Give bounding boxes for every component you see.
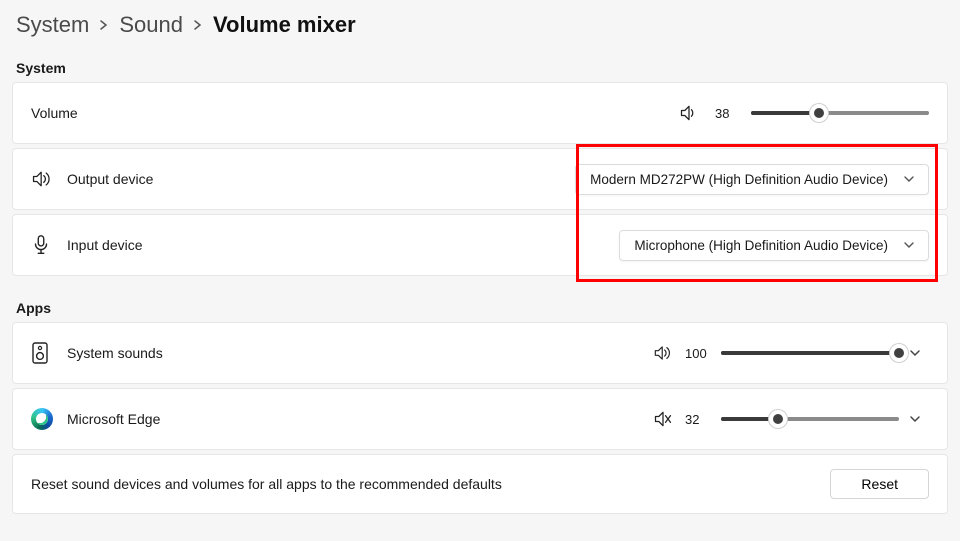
reset-row: Reset sound devices and volumes for all … xyxy=(12,454,948,514)
output-device-dropdown[interactable]: Modern MD272PW (High Definition Audio De… xyxy=(575,164,929,195)
volume-row: Volume 38 xyxy=(12,82,948,144)
chevron-down-icon xyxy=(904,175,914,183)
output-device-row: Output device Modern MD272PW (High Defin… xyxy=(12,148,948,210)
app-row-edge: Microsoft Edge 32 xyxy=(12,388,948,450)
output-device-label: Output device xyxy=(67,171,575,187)
breadcrumb-sound[interactable]: Sound xyxy=(119,12,183,38)
breadcrumb: System Sound Volume mixer xyxy=(12,0,948,56)
chevron-right-icon xyxy=(99,20,109,30)
input-device-dropdown[interactable]: Microphone (High Definition Audio Device… xyxy=(619,230,929,261)
speaker-icon[interactable] xyxy=(679,104,699,122)
chevron-right-icon xyxy=(193,20,203,30)
page-title: Volume mixer xyxy=(213,12,356,38)
section-header-system: System xyxy=(12,56,948,82)
chevron-down-icon xyxy=(904,241,914,249)
output-device-value: Modern MD272PW (High Definition Audio De… xyxy=(590,172,888,187)
app-label-system-sounds: System sounds xyxy=(67,345,653,361)
input-device-value: Microphone (High Definition Audio Device… xyxy=(634,238,888,253)
input-device-label: Input device xyxy=(67,237,619,253)
app-volume-value: 32 xyxy=(685,412,711,427)
speaker-muted-icon[interactable] xyxy=(653,410,673,428)
speaker-loud-icon[interactable] xyxy=(653,344,673,362)
volume-label: Volume xyxy=(31,105,679,121)
volume-slider[interactable] xyxy=(751,104,929,122)
edge-icon xyxy=(31,408,67,430)
breadcrumb-system[interactable]: System xyxy=(16,12,89,38)
app-row-system-sounds: System sounds 100 xyxy=(12,322,948,384)
app-label-edge: Microsoft Edge xyxy=(67,411,653,427)
app-volume-slider-edge[interactable] xyxy=(721,410,899,428)
section-header-apps: Apps xyxy=(12,296,948,322)
app-volume-slider-system-sounds[interactable] xyxy=(721,344,899,362)
speaker-loud-icon xyxy=(31,169,67,189)
expand-button[interactable] xyxy=(909,414,929,424)
input-device-row: Input device Microphone (High Definition… xyxy=(12,214,948,276)
reset-button[interactable]: Reset xyxy=(830,469,929,499)
expand-button[interactable] xyxy=(909,348,929,358)
speaker-device-icon xyxy=(31,341,67,365)
app-volume-value: 100 xyxy=(685,346,711,361)
reset-description: Reset sound devices and volumes for all … xyxy=(31,476,830,492)
volume-value: 38 xyxy=(715,106,741,121)
microphone-icon xyxy=(31,234,67,256)
